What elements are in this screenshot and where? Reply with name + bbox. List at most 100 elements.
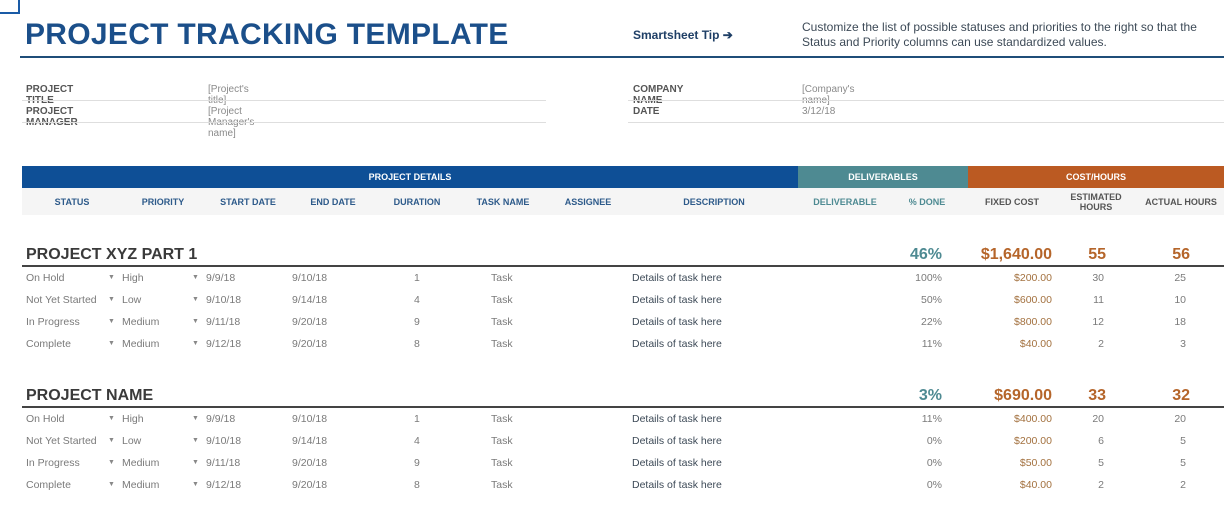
cell-duration[interactable]: 8	[414, 333, 420, 355]
cell-duration[interactable]: 1	[414, 408, 420, 430]
cell-cost[interactable]: $800.00	[1014, 311, 1052, 333]
cell-act[interactable]: 20	[1174, 408, 1186, 430]
company-name-field[interactable]: [Company's name]	[802, 84, 855, 106]
cell-est[interactable]: 2	[1098, 333, 1104, 355]
cell-description[interactable]: Details of task here	[632, 408, 722, 430]
cell-est[interactable]: 12	[1092, 311, 1104, 333]
project-title-field[interactable]: [Project's title]	[208, 84, 249, 106]
col-description[interactable]: DESCRIPTION	[630, 188, 798, 215]
priority-dropdown-icon[interactable]: ▼	[192, 289, 199, 311]
cell-description[interactable]: Details of task here	[632, 311, 722, 333]
cell-est[interactable]: 5	[1098, 452, 1104, 474]
cell-priority[interactable]: Low	[122, 430, 141, 452]
cell-est[interactable]: 20	[1092, 408, 1104, 430]
cell-start[interactable]: 9/12/18	[206, 474, 241, 496]
cell-description[interactable]: Details of task here	[632, 474, 722, 496]
cell-pct[interactable]: 11%	[922, 333, 942, 355]
cell-description[interactable]: Details of task here	[632, 333, 722, 355]
cell-pct[interactable]: 50%	[921, 289, 942, 311]
cell-act[interactable]: 3	[1180, 333, 1186, 355]
col-duration[interactable]: DURATION	[374, 188, 460, 215]
priority-dropdown-icon[interactable]: ▼	[192, 430, 199, 452]
priority-dropdown-icon[interactable]: ▼	[192, 452, 199, 474]
priority-dropdown-icon[interactable]: ▼	[192, 333, 199, 355]
cell-start[interactable]: 9/9/18	[206, 267, 235, 289]
cell-end[interactable]: 9/20/18	[292, 333, 327, 355]
status-dropdown-icon[interactable]: ▼	[108, 311, 115, 333]
cell-start[interactable]: 9/12/18	[206, 333, 241, 355]
cell-priority[interactable]: High	[122, 267, 144, 289]
status-dropdown-icon[interactable]: ▼	[108, 289, 115, 311]
cell-status[interactable]: In Progress	[26, 311, 80, 333]
cell-priority[interactable]: Medium	[122, 452, 159, 474]
cell-pct[interactable]: 11%	[922, 408, 942, 430]
cell-end[interactable]: 9/20/18	[292, 311, 327, 333]
cell-est[interactable]: 2	[1098, 474, 1104, 496]
priority-dropdown-icon[interactable]: ▼	[192, 474, 199, 496]
cell-task[interactable]: Task	[491, 408, 513, 430]
col-task-name[interactable]: TASK NAME	[460, 188, 546, 215]
cell-task[interactable]: Task	[491, 333, 513, 355]
cell-cost[interactable]: $200.00	[1014, 430, 1052, 452]
cell-est[interactable]: 6	[1098, 430, 1104, 452]
cell-act[interactable]: 5	[1180, 452, 1186, 474]
col-estimated-hours[interactable]: ESTIMATED HOURS	[1056, 188, 1136, 215]
cell-status[interactable]: Not Yet Started	[26, 289, 97, 311]
cell-task[interactable]: Task	[491, 452, 513, 474]
cell-status[interactable]: Not Yet Started	[26, 430, 97, 452]
cell-act[interactable]: 25	[1174, 267, 1186, 289]
cell-duration[interactable]: 8	[414, 474, 420, 496]
cell-duration[interactable]: 9	[414, 311, 420, 333]
col-assignee[interactable]: ASSIGNEE	[546, 188, 630, 215]
cell-end[interactable]: 9/10/18	[292, 267, 327, 289]
cell-start[interactable]: 9/11/18	[206, 311, 240, 333]
cell-description[interactable]: Details of task here	[632, 452, 722, 474]
priority-dropdown-icon[interactable]: ▼	[192, 408, 199, 430]
cell-task[interactable]: Task	[491, 267, 513, 289]
cell-cost[interactable]: $600.00	[1014, 289, 1052, 311]
status-dropdown-icon[interactable]: ▼	[108, 267, 115, 289]
col-priority[interactable]: PRIORITY	[122, 188, 204, 215]
cell-pct[interactable]: 0%	[927, 452, 942, 474]
cell-priority[interactable]: Medium	[122, 333, 159, 355]
cell-act[interactable]: 18	[1174, 311, 1186, 333]
cell-status[interactable]: Complete	[26, 333, 71, 355]
col-status[interactable]: STATUS	[22, 188, 122, 215]
cell-status[interactable]: Complete	[26, 474, 71, 496]
col-deliverable[interactable]: DELIVERABLE	[798, 188, 892, 215]
status-dropdown-icon[interactable]: ▼	[108, 408, 115, 430]
priority-dropdown-icon[interactable]: ▼	[192, 267, 199, 289]
cell-priority[interactable]: Medium	[122, 311, 159, 333]
cell-start[interactable]: 9/10/18	[206, 430, 241, 452]
priority-dropdown-icon[interactable]: ▼	[192, 311, 199, 333]
status-dropdown-icon[interactable]: ▼	[108, 333, 115, 355]
cell-duration[interactable]: 4	[414, 430, 420, 452]
cell-pct[interactable]: 0%	[927, 474, 942, 496]
cell-duration[interactable]: 4	[414, 289, 420, 311]
cell-end[interactable]: 9/10/18	[292, 408, 327, 430]
col-actual-hours[interactable]: ACTUAL HOURS	[1136, 188, 1224, 215]
cell-cost[interactable]: $50.00	[1020, 452, 1052, 474]
cell-cost[interactable]: $200.00	[1014, 267, 1052, 289]
date-field[interactable]: 3/12/18	[802, 106, 835, 117]
cell-priority[interactable]: Medium	[122, 474, 159, 496]
cell-pct[interactable]: 0%	[927, 430, 942, 452]
cell-cost[interactable]: $400.00	[1014, 408, 1052, 430]
cell-end[interactable]: 9/14/18	[292, 430, 327, 452]
cell-description[interactable]: Details of task here	[632, 289, 722, 311]
cell-act[interactable]: 5	[1180, 430, 1186, 452]
cell-end[interactable]: 9/20/18	[292, 452, 327, 474]
cell-pct[interactable]: 100%	[915, 267, 942, 289]
cell-priority[interactable]: High	[122, 408, 144, 430]
col-fixed-cost[interactable]: FIXED COST	[968, 188, 1056, 215]
cell-description[interactable]: Details of task here	[632, 267, 722, 289]
cell-end[interactable]: 9/20/18	[292, 474, 327, 496]
col-end-date[interactable]: END DATE	[292, 188, 374, 215]
cell-duration[interactable]: 1	[414, 267, 420, 289]
cell-priority[interactable]: Low	[122, 289, 141, 311]
cell-start[interactable]: 9/11/18	[206, 452, 240, 474]
col-pct-done[interactable]: % DONE	[892, 188, 962, 215]
cell-est[interactable]: 11	[1093, 289, 1104, 311]
cell-act[interactable]: 2	[1180, 474, 1186, 496]
cell-task[interactable]: Task	[491, 474, 513, 496]
